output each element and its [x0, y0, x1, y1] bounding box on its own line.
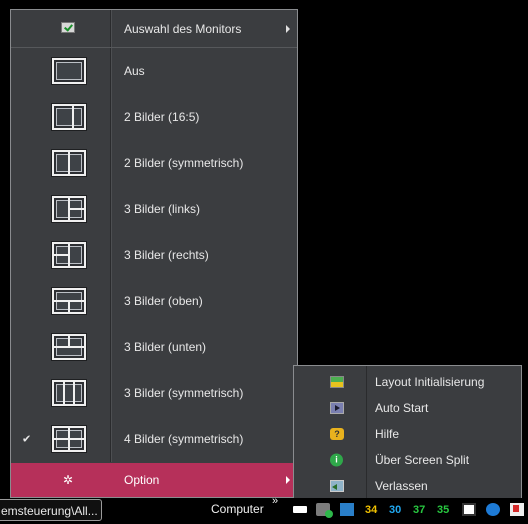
- submenu-arrow-icon: [286, 24, 290, 33]
- network-tray-icon[interactable]: [293, 506, 307, 513]
- help-icon: ?: [330, 428, 344, 440]
- submenu-item-layout-init[interactable]: Layout Initialisierung: [294, 369, 521, 395]
- submenu-item-label: Über Screen Split: [375, 453, 470, 467]
- menu-item-label: 3 Bilder (symmetrisch): [124, 386, 244, 400]
- menu-item-layout-off[interactable]: Aus: [11, 48, 297, 94]
- menu-item-layout-4-sym[interactable]: ✔ 4 Bilder (symmetrisch): [11, 416, 297, 462]
- screen-split-context-menu: Auswahl des Monitors Aus 2 Bilder (16:5)…: [10, 9, 298, 498]
- gear-icon: ✲: [63, 473, 74, 487]
- layout-2-wide-icon: [52, 104, 86, 130]
- menu-item-label: 2 Bilder (symmetrisch): [124, 156, 244, 170]
- menu-item-label: Auswahl des Monitors: [124, 21, 242, 36]
- menu-item-label: 3 Bilder (oben): [124, 294, 203, 308]
- tray-counter[interactable]: 34: [365, 504, 377, 516]
- security-tray-icon[interactable]: [316, 503, 333, 518]
- globe-tray-icon[interactable]: [486, 503, 500, 516]
- menu-item-label: 2 Bilder (16:5): [124, 110, 200, 124]
- menu-item-option[interactable]: ✲ Option: [11, 463, 297, 497]
- submenu-item-label: Layout Initialisierung: [375, 375, 485, 389]
- play-icon: [330, 402, 344, 414]
- option-submenu: Layout Initialisierung Auto Start ? Hilf…: [293, 365, 522, 500]
- taskbar-window-label: emsteuerung\All...: [1, 504, 98, 518]
- layout-3-bottom-icon: [52, 334, 86, 360]
- toolbar-overflow-icon[interactable]: »: [272, 495, 278, 507]
- flag-tray-icon[interactable]: [510, 503, 524, 516]
- menu-item-layout-3-left[interactable]: 3 Bilder (links): [11, 186, 297, 232]
- submenu-item-label: Hilfe: [375, 427, 400, 441]
- menu-item-layout-3-right[interactable]: 3 Bilder (rechts): [11, 232, 297, 278]
- layout-2-sym-icon: [52, 150, 86, 176]
- taskbar-window-button[interactable]: emsteuerung\All...: [0, 499, 102, 521]
- menu-item-layout-3-bottom[interactable]: 3 Bilder (unten): [11, 324, 297, 370]
- submenu-arrow-icon: [286, 476, 290, 484]
- menu-item-layout-2-wide[interactable]: 2 Bilder (16:5): [11, 94, 297, 140]
- menu-item-layout-3-sym[interactable]: 3 Bilder (symmetrisch): [11, 370, 297, 416]
- submenu-item-about[interactable]: i Über Screen Split: [294, 447, 521, 473]
- monitor-tray-icon[interactable]: [462, 503, 476, 516]
- menu-item-layout-2-sym[interactable]: 2 Bilder (symmetrisch): [11, 140, 297, 186]
- layout-4-sym-icon: [52, 426, 86, 452]
- menu-item-label: 3 Bilder (unten): [124, 340, 207, 354]
- submenu-item-auto-start[interactable]: Auto Start: [294, 395, 521, 421]
- layout-3-sym-icon: [52, 380, 86, 406]
- menu-item-label: 3 Bilder (links): [124, 202, 201, 216]
- tray-counter[interactable]: 35: [437, 504, 449, 516]
- exit-icon: [330, 480, 344, 492]
- layout-3-left-icon: [52, 196, 86, 222]
- menu-item-layout-3-top[interactable]: 3 Bilder (oben): [11, 278, 297, 324]
- info-icon: i: [330, 453, 343, 467]
- submenu-item-label: Auto Start: [375, 401, 429, 415]
- menu-item-monitor-selection[interactable]: Auswahl des Monitors: [11, 10, 297, 47]
- layout-off-icon: [52, 58, 86, 84]
- tray-counter[interactable]: 37: [413, 504, 425, 516]
- menu-item-label: Aus: [124, 64, 145, 78]
- menu-item-label: 4 Bilder (symmetrisch): [124, 432, 244, 446]
- layout-3-top-icon: [52, 288, 86, 314]
- menu-item-label: Option: [124, 473, 160, 487]
- submenu-item-help[interactable]: ? Hilfe: [294, 421, 521, 447]
- layout-3-right-icon: [52, 242, 86, 268]
- monitor-checkbox-icon: [61, 22, 75, 33]
- layout-init-icon: [330, 376, 344, 388]
- taskbar: emsteuerung\All... Computer » 34 30 37 3…: [0, 495, 528, 524]
- tray-counter[interactable]: 30: [389, 504, 401, 516]
- checkmark-icon: ✔: [22, 433, 32, 446]
- network-map-tray-icon[interactable]: [340, 503, 354, 516]
- submenu-item-exit[interactable]: Verlassen: [294, 473, 521, 499]
- computer-toolbar-label[interactable]: Computer: [211, 502, 264, 516]
- submenu-item-label: Verlassen: [375, 479, 428, 493]
- menu-item-label: 3 Bilder (rechts): [124, 248, 209, 262]
